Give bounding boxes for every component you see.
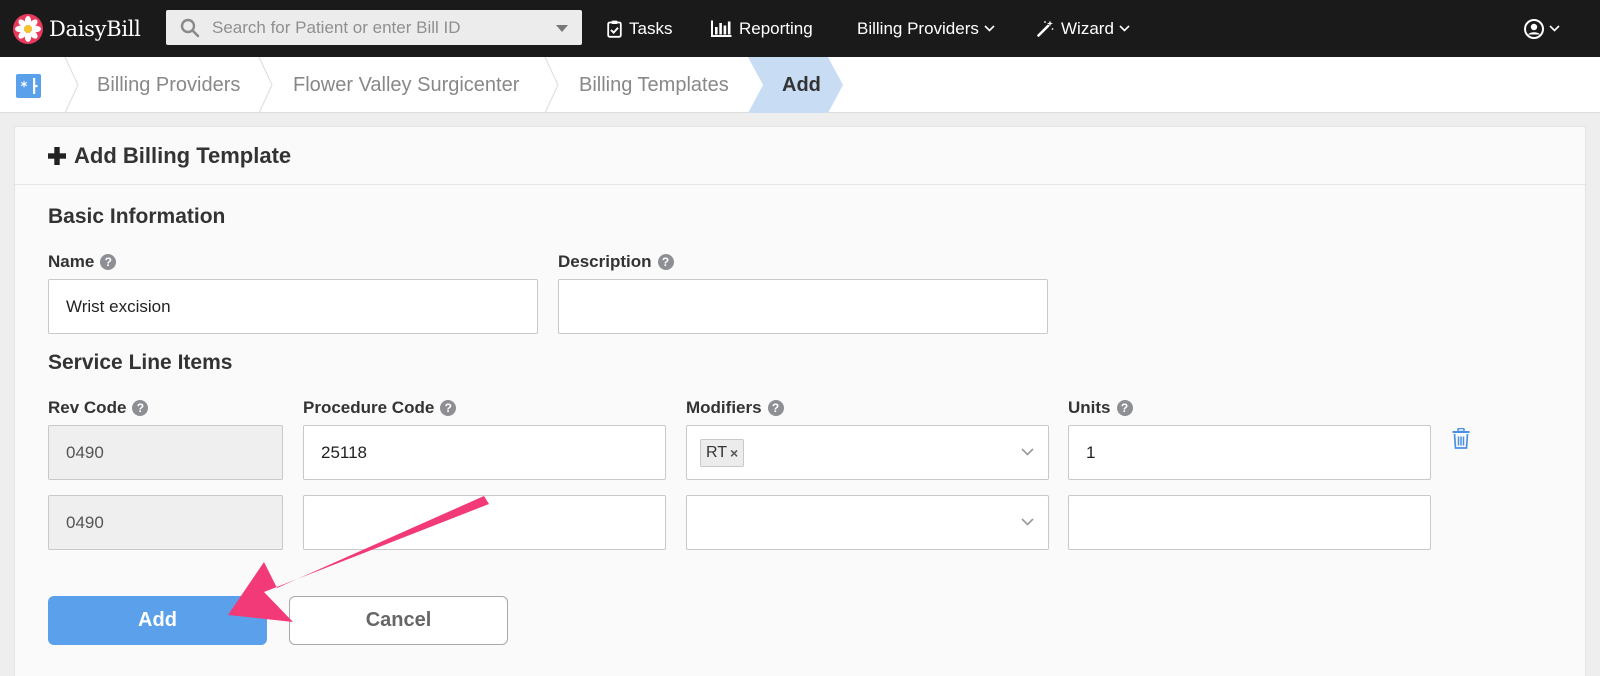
billing-home-icon[interactable]: * [16, 74, 41, 98]
daisy-logo-icon [13, 13, 43, 44]
add-button[interactable]: Add [48, 596, 267, 645]
chevron-down-icon [1119, 25, 1130, 32]
search-input[interactable] [212, 17, 532, 38]
units-input[interactable] [1068, 495, 1431, 550]
breadcrumb-separator [544, 57, 559, 113]
description-input[interactable] [558, 279, 1048, 334]
nav-wizard-label: Wizard [1061, 18, 1114, 38]
chevron-down-icon [984, 25, 995, 32]
nav-reporting[interactable]: Reporting [711, 0, 813, 57]
name-label: Name ? [48, 252, 117, 272]
brand-link[interactable]: DaisyBill [12, 13, 152, 45]
rev-code-input [48, 425, 283, 480]
breadcrumb-active-add: Add [748, 57, 844, 113]
procedure-code-input[interactable] [303, 495, 666, 550]
magic-wand-icon [1037, 20, 1054, 37]
top-navbar: DaisyBill Tasks Reporting Billing Provid… [0, 0, 1600, 57]
rev-code-input [48, 495, 283, 550]
question-circle-icon[interactable]: ? [440, 400, 457, 416]
procedure-code-label: Procedure Code ? [303, 398, 457, 418]
chevron-down-icon [1021, 448, 1034, 456]
nav-tasks-label: Tasks [629, 18, 673, 38]
modifiers-select[interactable] [686, 495, 1049, 550]
units-label-text: Units [1068, 398, 1111, 417]
nav-billing-providers-label: Billing Providers [857, 18, 979, 38]
rev-code-label: Rev Code ? [48, 398, 149, 418]
description-label-text: Description [558, 252, 652, 271]
trash-icon[interactable] [1452, 428, 1470, 449]
page-title: Add Billing Template [74, 142, 292, 168]
breadcrumb-billing-providers[interactable]: Billing Providers [97, 57, 240, 113]
card-header: Add Billing Template [15, 127, 1585, 185]
modifier-tag: RT × [700, 439, 745, 467]
nav-tasks[interactable]: Tasks [607, 0, 672, 57]
name-input[interactable] [48, 279, 538, 334]
bar-chart-icon [711, 20, 732, 37]
chevron-down-icon [1549, 25, 1560, 32]
user-menu[interactable] [1524, 0, 1560, 57]
search-icon [180, 18, 200, 37]
basic-information-heading: Basic Information [48, 205, 226, 228]
breadcrumb-active-label: Add [782, 73, 821, 96]
breadcrumb-flower-valley-surgicenter[interactable]: Flower Valley Surgicenter [293, 57, 519, 113]
question-circle-icon[interactable]: ? [767, 400, 784, 416]
user-circle-icon [1524, 18, 1544, 39]
breadcrumb-billing-templates[interactable]: Billing Templates [579, 57, 729, 113]
service-line-items-heading: Service Line Items [48, 351, 233, 374]
clipboard-check-icon [607, 20, 622, 38]
question-circle-icon[interactable]: ? [132, 400, 149, 416]
rev-code-label-text: Rev Code [48, 398, 127, 417]
modifiers-label: Modifiers ? [686, 398, 784, 418]
breadcrumb-separator [258, 57, 273, 113]
modifiers-label-text: Modifiers [686, 398, 762, 417]
question-circle-icon[interactable]: ? [1116, 400, 1133, 416]
brand-name: DaisyBill [49, 16, 141, 41]
chevron-down-icon [1021, 518, 1034, 526]
breadcrumb-separator [64, 57, 79, 113]
question-circle-icon[interactable]: ? [100, 254, 117, 270]
svg-text:*: * [21, 80, 28, 95]
plus-icon [48, 146, 66, 165]
add-billing-template-card: Add Billing Template Basic Information N… [14, 126, 1586, 676]
breadcrumb: * Billing Providers Flower Valley Surgic… [0, 57, 1600, 113]
nav-wizard[interactable]: Wizard [1037, 0, 1130, 57]
modifier-tag-label: RT [706, 444, 728, 461]
units-label: Units ? [1068, 398, 1133, 418]
nav-billing-providers[interactable]: Billing Providers [857, 0, 995, 57]
search-dropdown-caret-icon[interactable] [556, 25, 568, 32]
patient-search[interactable] [166, 10, 582, 45]
description-label: Description ? [558, 252, 674, 272]
modifiers-select[interactable]: RT × [686, 425, 1049, 480]
procedure-code-label-text: Procedure Code [303, 398, 435, 417]
question-circle-icon[interactable]: ? [657, 254, 674, 270]
units-input[interactable] [1068, 425, 1431, 480]
cancel-button[interactable]: Cancel [289, 596, 508, 645]
remove-tag-icon[interactable]: × [730, 445, 738, 461]
procedure-code-input[interactable] [303, 425, 666, 480]
name-label-text: Name [48, 252, 95, 271]
nav-reporting-label: Reporting [739, 18, 813, 38]
